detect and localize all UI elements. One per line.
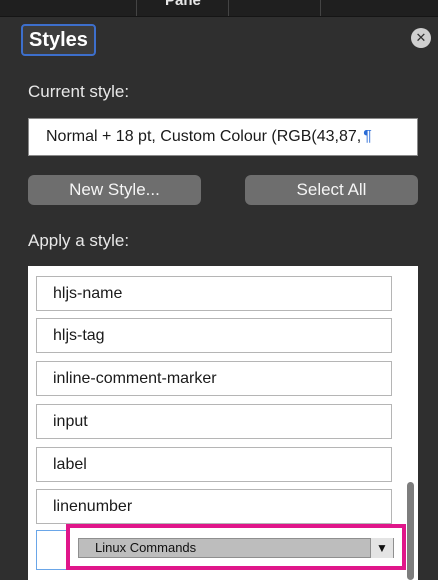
list-item[interactable]: inline-comment-marker [36, 361, 392, 396]
close-icon[interactable]: ✕ [411, 28, 431, 48]
dropdown-highlight: Linux Commands ▼ [66, 524, 406, 570]
list-item[interactable]: input [36, 404, 392, 439]
styles-pane: Pane Styles ✕ Current style: Normal + 18… [0, 0, 438, 580]
selected-list-item[interactable] [36, 530, 68, 570]
style-dropdown[interactable]: Linux Commands ▼ [78, 538, 394, 558]
style-list-scrollbar[interactable] [404, 266, 418, 580]
list-item[interactable]: label [36, 447, 392, 482]
tab-divider [320, 0, 321, 16]
dropdown-selected-value: Linux Commands [95, 540, 197, 555]
new-style-button[interactable]: New Style... [28, 175, 201, 205]
current-style-value: Normal + 18 pt, Custom Colour (RGB(43,87… [46, 128, 362, 145]
tab-pane[interactable]: Pane [165, 0, 201, 9]
pane-title: Styles [21, 24, 96, 56]
list-item[interactable]: hljs-name [36, 276, 392, 311]
tab-divider [136, 0, 137, 16]
dropdown-arrow-icon[interactable]: ▼ [370, 538, 393, 558]
list-item[interactable]: linenumber [36, 489, 392, 524]
tab-divider [228, 0, 229, 16]
select-all-button[interactable]: Select All [245, 175, 418, 205]
top-tab-strip: Pane [0, 0, 438, 17]
list-item[interactable]: hljs-tag [36, 318, 392, 353]
scrollbar-thumb[interactable] [407, 482, 414, 580]
current-style-label: Current style: [28, 82, 130, 101]
current-style-field: Normal + 18 pt, Custom Colour (RGB(43,87… [28, 118, 418, 156]
pilcrow-icon: ¶ [363, 128, 372, 145]
apply-style-label: Apply a style: [28, 231, 130, 250]
